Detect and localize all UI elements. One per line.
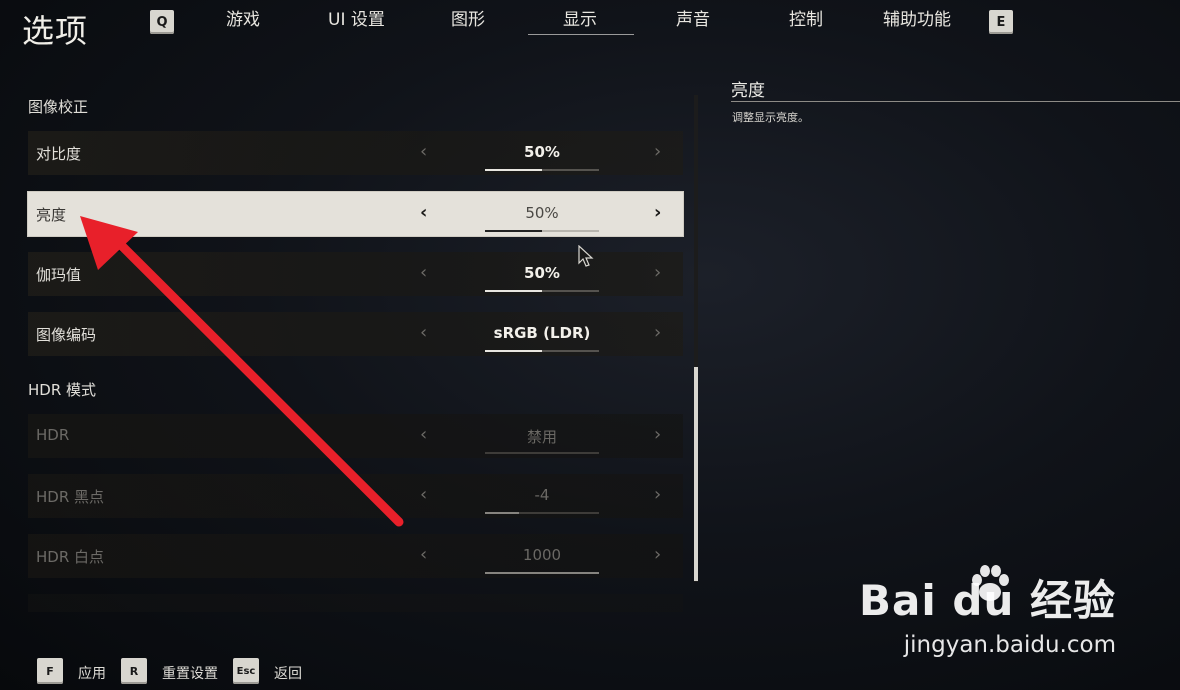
arrow-right-icon: ›	[654, 424, 662, 445]
setting-label: 对比度	[36, 145, 82, 163]
slider-fill	[485, 572, 599, 574]
description-title: 亮度	[731, 81, 765, 101]
value-slider	[485, 512, 599, 514]
reset-key[interactable]: R	[121, 658, 147, 684]
setting-row-contrast[interactable]: 对比度 ‹ 50% ›	[28, 131, 683, 175]
setting-row-image-encoding[interactable]: 图像编码 ‹ sRGB (LDR) ›	[28, 312, 683, 356]
back-key[interactable]: Esc	[233, 658, 259, 684]
value-slider[interactable]	[485, 290, 599, 292]
value-slider[interactable]	[485, 350, 599, 352]
setting-value: 50%	[524, 143, 560, 161]
arrow-right-icon: ›	[654, 484, 662, 505]
arrow-right-icon[interactable]: ›	[654, 141, 661, 162]
arrow-left-icon: ‹	[420, 484, 428, 505]
value-slider	[485, 452, 599, 454]
setting-row-hdr[interactable]: HDR ‹ 禁用 ›	[28, 414, 683, 458]
arrow-left-icon[interactable]: ‹	[420, 141, 427, 162]
apply-key[interactable]: F	[37, 658, 63, 684]
reset-settings-button[interactable]: 重置设置	[162, 663, 218, 683]
slider-fill	[485, 230, 542, 232]
value-slider[interactable]	[485, 230, 599, 232]
setting-row-partial	[28, 594, 683, 612]
slider-fill	[485, 169, 542, 171]
setting-value: 50%	[525, 204, 559, 222]
apply-button[interactable]: 应用	[78, 663, 106, 683]
setting-label: HDR 黑点	[36, 488, 105, 506]
description-text: 调整显示亮度。	[732, 111, 809, 124]
setting-value: 禁用	[526, 428, 557, 446]
slider-fill	[485, 350, 542, 352]
setting-label: HDR 白点	[36, 548, 105, 566]
setting-row-hdr-white-point[interactable]: HDR 白点 ‹ 1000 ›	[28, 534, 683, 578]
setting-label: 亮度	[36, 206, 67, 224]
setting-value: -4	[534, 486, 550, 504]
watermark-brand: Bai du 经验	[859, 576, 1116, 625]
tab-ui-settings[interactable]: UI 设置	[328, 5, 385, 30]
tab-game[interactable]: 游戏	[226, 5, 260, 30]
arrow-right-icon[interactable]: ›	[654, 262, 661, 283]
tab-sound[interactable]: 声音	[676, 5, 710, 30]
scrollbar-thumb[interactable]	[694, 367, 698, 581]
value-slider[interactable]	[485, 169, 599, 171]
active-tab-indicator	[528, 34, 634, 35]
setting-label: HDR	[36, 426, 70, 444]
description-divider	[731, 101, 1180, 102]
tab-accessibility[interactable]: 辅助功能	[883, 5, 951, 30]
mouse-cursor-icon	[578, 245, 594, 267]
setting-row-brightness[interactable]: 亮度 ‹ 50% ›	[28, 192, 683, 236]
section-hdr-mode: HDR 模式	[28, 381, 97, 399]
arrow-right-icon[interactable]: ›	[654, 322, 661, 343]
tab-graphics[interactable]: 图形	[451, 5, 485, 30]
arrow-left-icon[interactable]: ‹	[420, 322, 427, 343]
page-title: 选项	[22, 12, 89, 50]
watermark-url: jingyan.baidu.com	[903, 632, 1116, 658]
slider-fill	[485, 512, 520, 514]
arrow-left-icon: ‹	[420, 544, 428, 565]
setting-label: 图像编码	[36, 326, 97, 344]
arrow-left-icon[interactable]: ‹	[420, 262, 427, 283]
back-button[interactable]: 返回	[274, 663, 302, 683]
slider-fill	[485, 290, 542, 292]
arrow-right-icon[interactable]: ›	[654, 202, 661, 223]
arrow-right-icon: ›	[654, 544, 662, 565]
setting-value: 1000	[522, 546, 562, 564]
setting-value: sRGB (LDR)	[493, 324, 591, 342]
tab-controls[interactable]: 控制	[789, 5, 823, 30]
tab-display[interactable]: 显示	[563, 5, 597, 30]
arrow-left-icon[interactable]: ‹	[420, 202, 427, 223]
section-image-calibration: 图像校正	[28, 98, 89, 116]
next-tab-key[interactable]: E	[989, 10, 1013, 34]
arrow-left-icon: ‹	[420, 424, 428, 445]
value-slider	[485, 572, 599, 574]
prev-tab-key[interactable]: Q	[150, 10, 174, 34]
setting-row-hdr-black-point[interactable]: HDR 黑点 ‹ -4 ›	[28, 474, 683, 518]
setting-label: 伽玛值	[36, 266, 82, 284]
